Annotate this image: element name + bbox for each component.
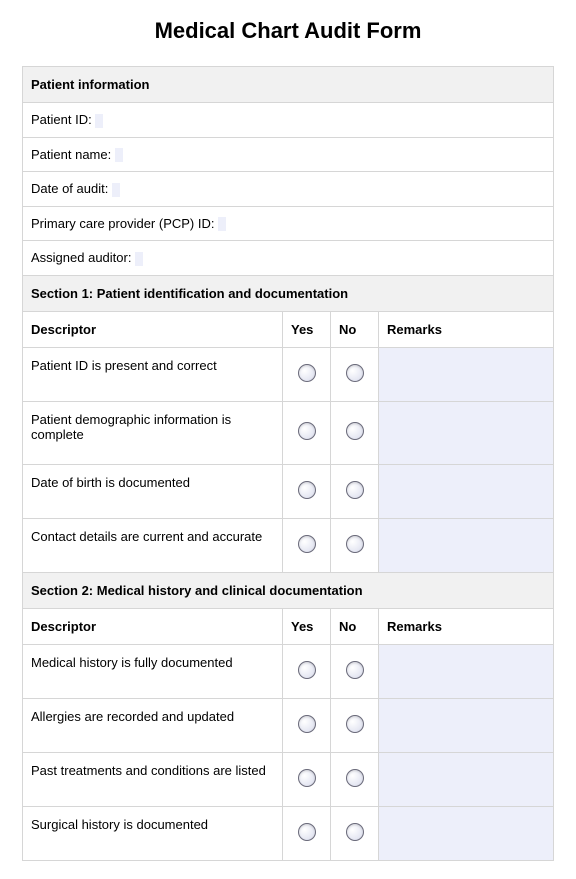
remarks-cell[interactable] <box>379 644 554 698</box>
audit-date-value[interactable] <box>112 183 120 197</box>
info-row: Patient ID: <box>23 103 554 138</box>
radio-yes[interactable] <box>298 422 316 440</box>
info-label: Patient name: <box>31 147 111 162</box>
table-row: Past treatments and conditions are liste… <box>23 752 554 806</box>
info-label: Assigned auditor: <box>31 250 131 265</box>
col-yes: Yes <box>283 608 331 644</box>
patient-id-value[interactable] <box>95 114 103 128</box>
remarks-cell[interactable] <box>379 518 554 572</box>
table-row: Patient demographic information is compl… <box>23 401 554 464</box>
descriptor-cell: Date of birth is documented <box>23 464 283 518</box>
col-descriptor: Descriptor <box>23 608 283 644</box>
radio-no[interactable] <box>346 422 364 440</box>
descriptor-cell: Medical history is fully documented <box>23 644 283 698</box>
radio-yes[interactable] <box>298 769 316 787</box>
remarks-cell[interactable] <box>379 347 554 401</box>
info-row: Date of audit: <box>23 172 554 207</box>
table-row: Surgical history is documented <box>23 806 554 860</box>
column-header-row: Descriptor Yes No Remarks <box>23 608 554 644</box>
radio-yes[interactable] <box>298 661 316 679</box>
descriptor-cell: Contact details are current and accurate <box>23 518 283 572</box>
section-2-header: Section 2: Medical history and clinical … <box>23 572 554 608</box>
radio-no[interactable] <box>346 823 364 841</box>
patient-info-header-row: Patient information <box>23 67 554 103</box>
table-row: Contact details are current and accurate <box>23 518 554 572</box>
descriptor-cell: Patient demographic information is compl… <box>23 401 283 464</box>
col-remarks: Remarks <box>379 311 554 347</box>
descriptor-cell: Past treatments and conditions are liste… <box>23 752 283 806</box>
info-label: Date of audit: <box>31 181 108 196</box>
info-row: Assigned auditor: <box>23 241 554 276</box>
col-no: No <box>331 608 379 644</box>
radio-yes[interactable] <box>298 481 316 499</box>
section-1-header: Section 1: Patient identification and do… <box>23 275 554 311</box>
auditor-value[interactable] <box>135 252 143 266</box>
patient-info-header: Patient information <box>23 67 554 103</box>
remarks-cell[interactable] <box>379 752 554 806</box>
remarks-cell[interactable] <box>379 401 554 464</box>
info-label: Primary care provider (PCP) ID: <box>31 216 214 231</box>
descriptor-cell: Patient ID is present and correct <box>23 347 283 401</box>
info-row: Patient name: <box>23 137 554 172</box>
col-descriptor: Descriptor <box>23 311 283 347</box>
remarks-cell[interactable] <box>379 464 554 518</box>
radio-no[interactable] <box>346 481 364 499</box>
radio-yes[interactable] <box>298 364 316 382</box>
radio-yes[interactable] <box>298 823 316 841</box>
column-header-row: Descriptor Yes No Remarks <box>23 311 554 347</box>
patient-name-value[interactable] <box>115 148 123 162</box>
radio-yes[interactable] <box>298 535 316 553</box>
table-row: Patient ID is present and correct <box>23 347 554 401</box>
audit-form-table: Patient information Patient ID: Patient … <box>22 66 554 861</box>
col-yes: Yes <box>283 311 331 347</box>
descriptor-cell: Surgical history is documented <box>23 806 283 860</box>
col-no: No <box>331 311 379 347</box>
table-row: Allergies are recorded and updated <box>23 698 554 752</box>
section-header-row: Section 1: Patient identification and do… <box>23 275 554 311</box>
page-title: Medical Chart Audit Form <box>22 18 554 44</box>
radio-no[interactable] <box>346 535 364 553</box>
info-row: Primary care provider (PCP) ID: <box>23 206 554 241</box>
radio-no[interactable] <box>346 715 364 733</box>
col-remarks: Remarks <box>379 608 554 644</box>
descriptor-cell: Allergies are recorded and updated <box>23 698 283 752</box>
info-label: Patient ID: <box>31 112 92 127</box>
radio-no[interactable] <box>346 661 364 679</box>
table-row: Medical history is fully documented <box>23 644 554 698</box>
radio-no[interactable] <box>346 364 364 382</box>
radio-no[interactable] <box>346 769 364 787</box>
radio-yes[interactable] <box>298 715 316 733</box>
pcp-id-value[interactable] <box>218 217 226 231</box>
remarks-cell[interactable] <box>379 806 554 860</box>
section-header-row: Section 2: Medical history and clinical … <box>23 572 554 608</box>
remarks-cell[interactable] <box>379 698 554 752</box>
table-row: Date of birth is documented <box>23 464 554 518</box>
